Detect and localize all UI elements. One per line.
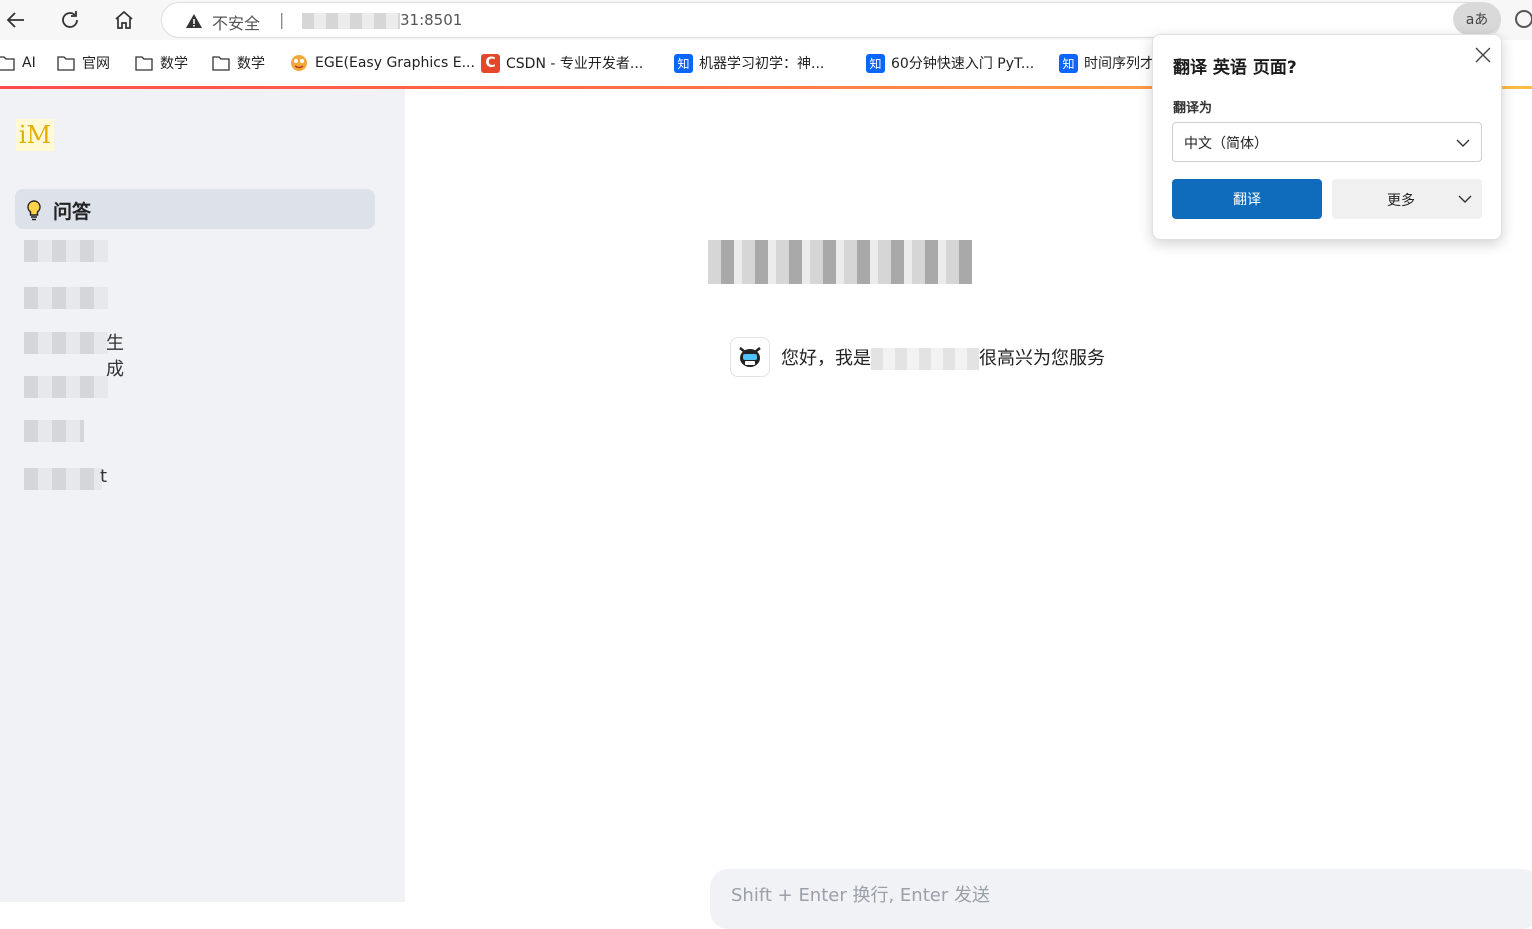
bookmark-label: 时间序列才 <box>1084 56 1154 72</box>
greeting-suffix: 很高兴为您服务 <box>979 348 1105 369</box>
sidebar-item-label: 生成 <box>106 333 124 380</box>
address-bar[interactable]: 不安全 | 31:8501 <box>161 2 1501 38</box>
lightbulb-icon <box>27 200 41 221</box>
assistant-avatar <box>730 337 770 377</box>
bookmark-zhihu-pytorch[interactable]: 知 60分钟快速入门 PyT... <box>866 40 1034 86</box>
bot-face-icon <box>739 347 761 367</box>
bookmark-label: CSDN - 专业开发者... <box>506 56 644 72</box>
back-arrow-icon <box>6 12 24 28</box>
warning-icon[interactable] <box>185 12 203 30</box>
chevron-down-icon <box>1456 139 1470 147</box>
bookmark-folder-ai[interactable]: AI <box>0 40 36 86</box>
redacted-label <box>24 376 108 398</box>
bookmark-label: 数学 <box>160 56 188 72</box>
sidebar-item-qa[interactable]: 问答 <box>15 189 375 229</box>
bookmark-csdn[interactable]: C CSDN - 专业开发者... <box>481 40 643 86</box>
folder-icon <box>211 54 231 72</box>
bookmark-label: EGE(Easy Graphics E... <box>315 55 475 71</box>
reload-icon <box>62 11 78 28</box>
sidebar-item-label: t <box>100 466 108 487</box>
ege-favicon-icon <box>289 54 309 72</box>
translate-popup: 翻译 英语 页面? 翻译为 中文（简体） 翻译 更多 <box>1152 34 1502 240</box>
bookmark-label: 机器学习初学：神... <box>699 56 825 72</box>
greeting-prefix: 您好，我是 <box>781 348 871 369</box>
address-separator: | <box>279 10 285 29</box>
bookmark-label: 60分钟快速入门 PyT... <box>891 56 1035 72</box>
greeting-text: 您好，我是 很高兴为您服务 <box>781 344 1105 370</box>
page-title-redacted <box>708 240 972 284</box>
chat-input[interactable]: Shift + Enter 换行, Enter 发送 <box>710 869 1532 929</box>
translate-page-button[interactable]: aあ <box>1453 3 1501 35</box>
redacted-label <box>24 287 108 309</box>
back-button[interactable] <box>2 6 30 34</box>
translate-icon: aあ <box>1465 12 1489 28</box>
redacted-label <box>24 240 108 262</box>
url-text[interactable]: 31:8501 <box>400 11 462 29</box>
target-language-select[interactable]: 中文（简体） <box>1172 122 1482 162</box>
sidebar: iM 问答 生成 t <box>0 89 405 902</box>
more-button-label: 更多 <box>1387 193 1415 209</box>
bookmark-folder-math-1[interactable]: 数学 <box>134 40 188 86</box>
redacted-host <box>302 13 400 29</box>
home-icon <box>115 10 133 29</box>
folder-icon <box>134 54 154 72</box>
folder-icon <box>56 54 76 72</box>
redacted-label <box>24 332 108 354</box>
assistant-greeting-message: 您好，我是 很高兴为您服务 <box>730 337 1105 377</box>
more-button[interactable]: 更多 <box>1332 179 1482 219</box>
sidebar-item-label: 问答 <box>53 201 92 223</box>
popup-title: 翻译 英语 页面? <box>1173 58 1297 78</box>
app-logo: iM <box>16 119 54 151</box>
csdn-favicon-icon: C <box>481 53 500 73</box>
zhihu-favicon-icon: 知 <box>674 53 693 73</box>
bookmark-label: 数学 <box>237 56 265 72</box>
bookmark-folder-math-2[interactable]: 数学 <box>211 40 265 86</box>
folder-icon <box>0 54 16 72</box>
zhihu-favicon-icon: 知 <box>866 53 885 73</box>
bookmark-label: 官网 <box>82 56 110 72</box>
reload-button[interactable] <box>56 6 84 34</box>
close-icon[interactable] <box>1473 45 1493 65</box>
redacted-label <box>24 420 84 442</box>
bookmark-zhihu-ml[interactable]: 知 机器学习初学：神... <box>674 40 824 86</box>
bookmark-ege[interactable]: EGE(Easy Graphics E... <box>289 40 475 86</box>
chevron-down-icon <box>1458 195 1472 203</box>
edge-extension-icon[interactable] <box>1512 8 1532 30</box>
zhihu-favicon-icon: 知 <box>1059 53 1078 73</box>
bookmark-zhihu-timeseries[interactable]: 知 时间序列才 <box>1059 40 1154 86</box>
insecure-label[interactable]: 不安全 <box>212 10 260 34</box>
translate-button[interactable]: 翻译 <box>1172 179 1322 219</box>
home-button[interactable] <box>110 6 138 34</box>
bookmark-folder-guanwang[interactable]: 官网 <box>56 40 110 86</box>
chat-input-placeholder: Shift + Enter 换行, Enter 发送 <box>731 885 990 906</box>
target-language-label: 翻译为 <box>1173 101 1213 116</box>
redacted-name <box>871 348 979 370</box>
selected-language: 中文（简体） <box>1184 136 1268 152</box>
redacted-label <box>24 468 102 490</box>
bookmark-label: AI <box>22 55 36 71</box>
